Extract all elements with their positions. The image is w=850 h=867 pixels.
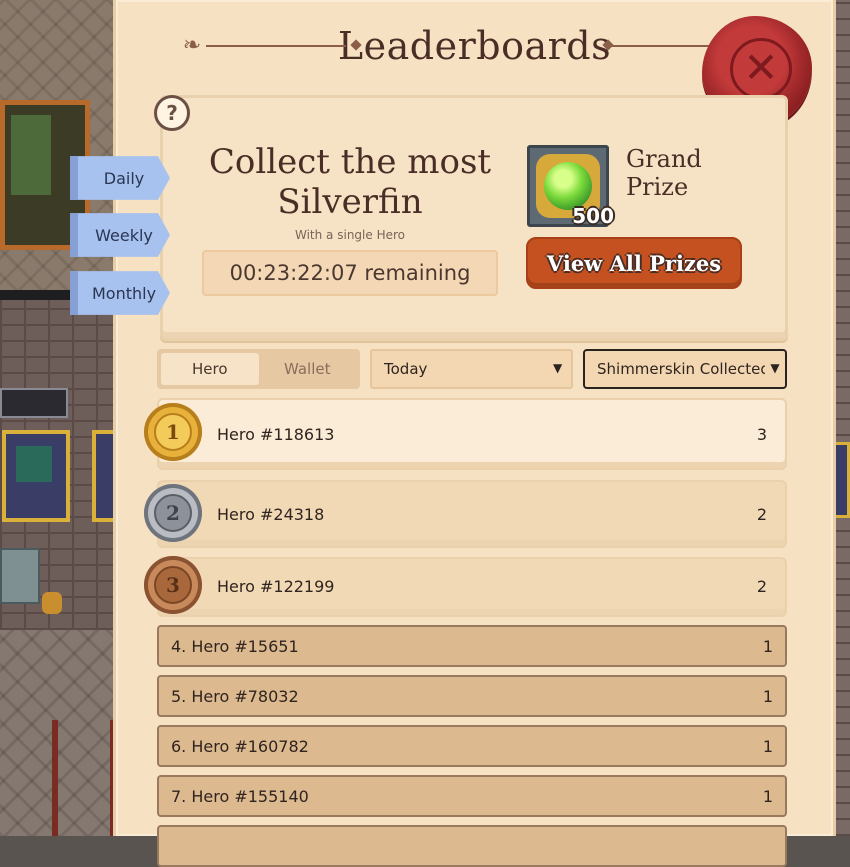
hero-score: 1 xyxy=(762,687,773,706)
hero-score: 1 xyxy=(762,787,773,806)
ornament-icon: ❧ xyxy=(182,33,202,58)
hero-score: 1 xyxy=(762,637,773,656)
leaderboard-row: 6. Hero #160782 1 xyxy=(157,725,787,767)
background-rope xyxy=(0,720,120,836)
metric-select-value: Shimmerskin Collected xyxy=(597,360,770,378)
toggle-hero[interactable]: Hero xyxy=(161,353,259,385)
chevron-down-icon: ▼ xyxy=(765,362,785,374)
medal-rank: 1 xyxy=(154,413,192,451)
prize-quantity: 500 xyxy=(572,204,614,228)
period-select-value: Today xyxy=(384,360,428,378)
hero-rank-name: 6. Hero #160782 xyxy=(171,737,309,756)
hero-name: Hero #118613 xyxy=(217,425,335,444)
background-pillar xyxy=(0,548,40,604)
chevron-down-icon: ▼ xyxy=(553,361,563,375)
background-sign xyxy=(0,388,68,418)
gold-medal-icon: 1 xyxy=(144,403,202,461)
hero-score: 1 xyxy=(762,737,773,756)
help-icon[interactable]: ? xyxy=(154,95,190,131)
leaderboard-row: 7. Hero #155140 1 xyxy=(157,775,787,817)
hero-name: Hero #122199 xyxy=(217,577,335,596)
hero-rank-name: 4. Hero #15651 xyxy=(171,637,299,656)
hero-score: 2 xyxy=(756,577,767,596)
green-gem-icon xyxy=(544,162,592,210)
background-picture xyxy=(2,430,70,522)
hero-wallet-toggle: Hero Wallet xyxy=(157,349,360,389)
tab-weekly[interactable]: Weekly xyxy=(70,213,170,257)
toggle-wallet[interactable]: Wallet xyxy=(259,353,357,385)
title-divider xyxy=(611,45,711,47)
view-all-prizes-button[interactable]: View All Prizes xyxy=(526,237,742,289)
metric-select[interactable]: Shimmerskin Collected ▼ xyxy=(583,349,787,389)
title-divider xyxy=(206,45,346,47)
period-select[interactable]: Today ▼ xyxy=(370,349,573,389)
medal-rank: 3 xyxy=(154,566,192,604)
countdown-timer: 00:23:22:07 remaining xyxy=(202,250,498,296)
hero-name: Hero #24318 xyxy=(217,505,325,524)
leaderboard-row: 4. Hero #15651 1 xyxy=(157,625,787,667)
challenge-title: Collect the most Silverfin xyxy=(208,142,492,222)
hero-rank-name: 5. Hero #78032 xyxy=(171,687,299,706)
close-icon: ✕ xyxy=(730,38,792,100)
leaderboard-row: Hero #118613 3 xyxy=(157,398,787,470)
leaderboard-row: Hero #122199 2 xyxy=(157,557,787,617)
hero-score: 3 xyxy=(756,425,767,444)
silver-medal-icon: 2 xyxy=(144,484,202,542)
background-vase xyxy=(42,592,62,614)
grand-prize-label: Grand Prize xyxy=(626,145,702,201)
medal-rank: 2 xyxy=(154,494,192,532)
hero-rank-name: 7. Hero #155140 xyxy=(171,787,309,806)
challenge-subtitle: With a single Hero xyxy=(295,228,405,242)
leaderboard-row xyxy=(157,825,787,867)
bronze-medal-icon: 3 xyxy=(144,556,202,614)
leaderboard-row: Hero #24318 2 xyxy=(157,480,787,548)
hero-score: 2 xyxy=(756,505,767,524)
leaderboard-row: 5. Hero #78032 1 xyxy=(157,675,787,717)
tab-monthly[interactable]: Monthly xyxy=(70,271,170,315)
page-title: Leaderboards xyxy=(337,24,612,68)
tab-daily[interactable]: Daily xyxy=(70,156,170,200)
